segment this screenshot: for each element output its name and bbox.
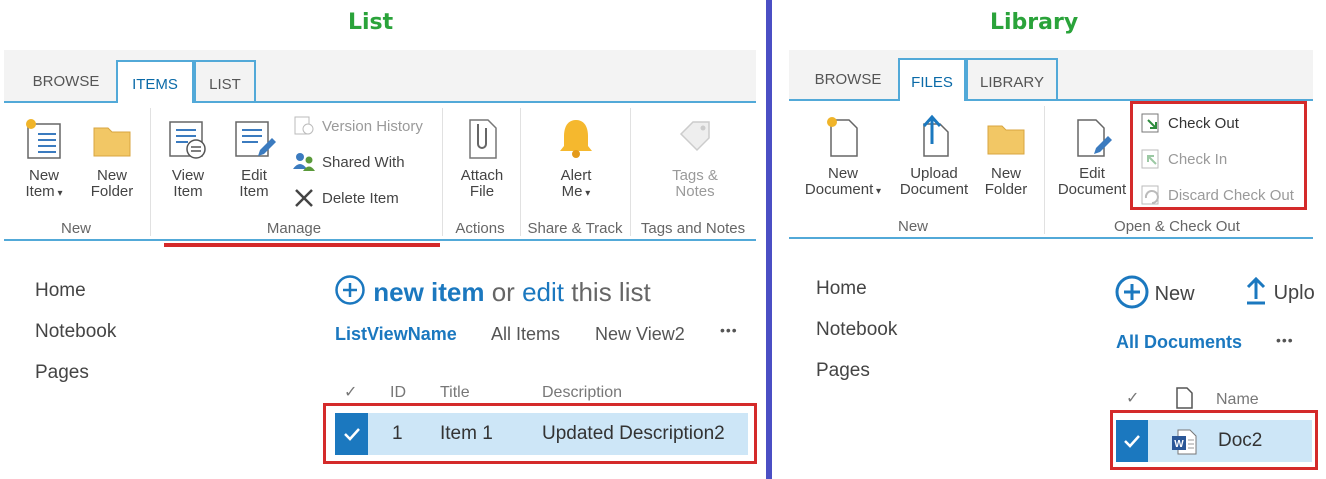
folder-icon [93,127,131,157]
tab-files[interactable]: FILES [898,58,966,101]
list-heading: List [348,10,394,35]
view-all-documents[interactable]: All Documents [1116,332,1242,353]
column-header-description[interactable]: Description [542,384,622,402]
edit-list-link[interactable]: edit [522,277,564,307]
chevron-down-icon: ▾ [873,186,882,197]
add-circle-icon [1115,275,1149,309]
new-folder-label: New Folder [90,167,134,200]
new-item-icon [26,119,61,159]
group-label-tags-notes: Tags and Notes [640,220,746,237]
group-label-share-track: Share & Track [527,220,623,237]
select-all-checkmark[interactable]: ✓ [344,382,357,402]
tag-icon [679,121,710,152]
chevron-down-icon: ▾ [582,188,591,199]
upload-document-button[interactable]: Upload Document [898,114,970,198]
upload-command-button[interactable]: Uplo [1244,275,1314,305]
new-item-button[interactable]: New Item ▾ [14,116,74,202]
view-listviewname[interactable]: ListViewName [335,324,457,345]
view-all-items[interactable]: All Items [491,324,560,345]
nav-home[interactable]: Home [816,278,867,300]
version-history-button[interactable]: Version History [292,115,423,137]
nav-notebook[interactable]: Notebook [816,319,897,341]
tab-list[interactable]: LIST [194,60,256,103]
chevron-down-icon: ▾ [54,188,63,199]
group-separator [520,108,521,236]
group-separator [630,108,631,236]
add-circle-icon[interactable] [334,274,366,306]
column-header-name[interactable]: Name [1216,391,1259,409]
selected-row-highlight [323,403,757,464]
more-views-button[interactable]: ••• [720,322,738,338]
edit-document-label: Edit Document [1057,165,1127,198]
select-all-checkmark[interactable]: ✓ [1126,388,1139,408]
tags-notes-button[interactable]: Tags & Notes [662,116,728,200]
delete-icon [295,189,313,207]
column-header-id[interactable]: ID [390,384,406,402]
shared-with-icon [293,153,315,171]
nav-home[interactable]: Home [35,280,86,302]
group-label-manage: Manage [266,220,322,237]
edit-item-label: Edit Item [239,167,269,200]
file-type-column-icon [1176,387,1193,409]
manage-highlight-underline [164,243,440,247]
edit-document-icon [1077,119,1112,157]
column-header-title[interactable]: Title [440,384,470,402]
group-label-new: New [60,220,91,237]
tab-browse[interactable]: BROWSE [802,62,894,100]
attach-file-icon [469,119,497,159]
nav-pages[interactable]: Pages [35,362,89,384]
selected-row-highlight [1110,410,1318,470]
panel-divider [766,0,772,479]
new-document-label: New Document [804,165,874,198]
upload-command-label: Uplo [1273,282,1314,304]
version-history-icon [294,116,314,135]
view-new-view2[interactable]: New View2 [595,324,685,345]
or-text: or [491,277,515,307]
group-separator [1044,106,1045,234]
edit-item-button[interactable]: Edit Item [224,116,284,200]
view-item-icon [169,121,206,159]
shared-with-label: Shared With [322,153,405,171]
view-item-button[interactable]: View Item [158,116,218,200]
group-label-open-check-out: Open & Check Out [1114,218,1240,235]
new-item-link[interactable]: new item [373,277,484,307]
attach-file-button[interactable]: Attach File [452,116,512,200]
this-list-text: this list [571,277,651,307]
new-command-label: New [1154,283,1195,305]
new-folder-button[interactable]: New Folder [976,114,1036,198]
new-folder-button[interactable]: New Folder [82,116,142,200]
nav-notebook[interactable]: Notebook [35,321,116,343]
new-command-button[interactable]: New [1115,275,1195,309]
delete-item-label: Delete Item [322,189,399,207]
new-folder-label: New Folder [984,165,1028,198]
view-item-label: View Item [171,167,205,200]
group-separator [150,108,151,236]
group-label-actions: Actions [455,220,505,237]
more-views-button[interactable]: ••• [1276,332,1294,348]
attach-file-label: Attach File [460,167,504,200]
upload-icon [922,114,949,157]
alert-me-button[interactable]: Alert Me ▾ [546,116,606,202]
tab-items[interactable]: ITEMS [116,60,194,103]
new-document-button[interactable]: New Document ▾ [796,114,890,200]
tab-browse[interactable]: BROWSE [20,64,112,102]
folder-icon [987,125,1025,155]
delete-item-button[interactable]: Delete Item [292,187,399,209]
new-document-icon [827,117,858,157]
tab-library[interactable]: LIBRARY [966,58,1058,101]
edit-item-icon [235,121,276,157]
library-heading: Library [990,10,1079,35]
version-history-label: Version History [322,117,423,135]
edit-document-button[interactable]: Edit Document [1052,114,1132,198]
checkout-group-highlight [1130,101,1307,210]
bell-icon [560,120,592,158]
upload-document-label: Upload Document [899,165,969,198]
nav-pages[interactable]: Pages [816,360,870,382]
list-command-bar: new item or edit this list [334,274,651,308]
group-separator [442,108,443,236]
group-label-new: New [897,218,928,235]
shared-with-button[interactable]: Shared With [292,151,405,173]
upload-arrow-icon [1246,276,1266,305]
tags-notes-label: Tags & Notes [672,167,718,200]
